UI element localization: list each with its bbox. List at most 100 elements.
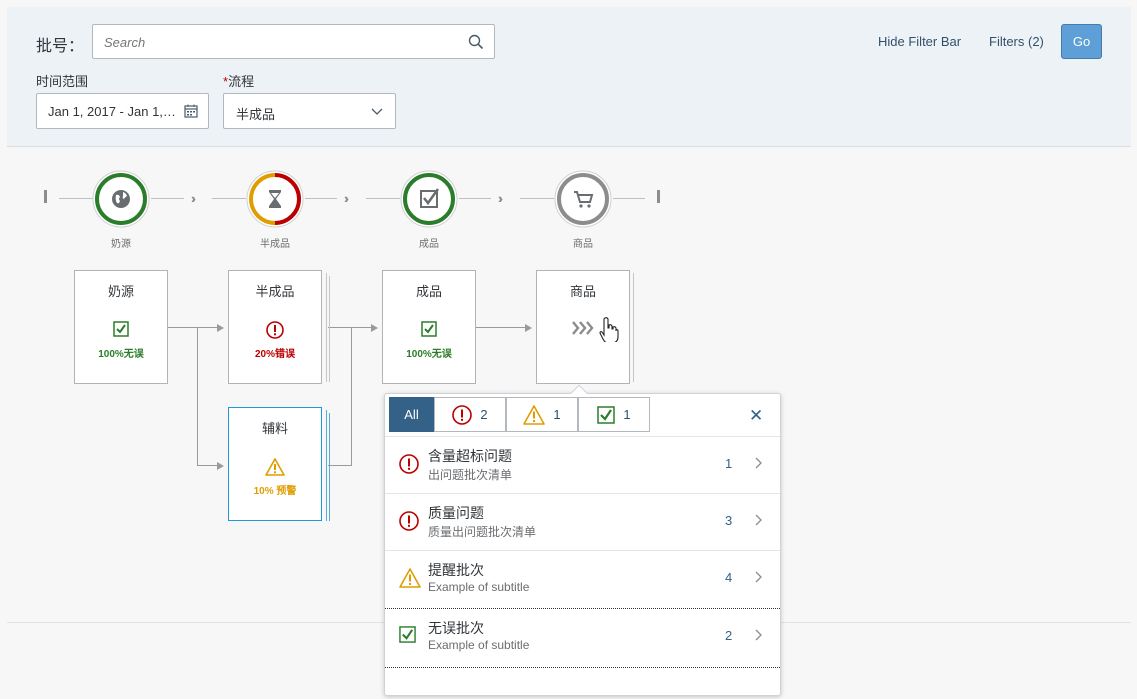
node-title: 商品 [569, 284, 596, 299]
lane-label: 奶源 [111, 239, 131, 250]
search-placeholder: Search [104, 35, 146, 50]
chevron-right-icon [755, 571, 762, 583]
chevron-right-icon [755, 457, 762, 469]
list-item-subtitle: 质量出问题批次清单 [428, 525, 537, 539]
process-select[interactable]: 半成品 [223, 93, 396, 129]
arrow-head-icon [525, 324, 532, 332]
tab-all[interactable]: All [389, 397, 434, 432]
flow-chevrons-icon: ››› [498, 191, 503, 206]
list-item[interactable]: 无误批次 Example of subtitle 2 [385, 608, 780, 665]
warning-icon [523, 404, 546, 425]
node-finished[interactable]: 成品 100%无误 [382, 270, 476, 384]
error-icon [399, 454, 419, 474]
lane-header-finished[interactable] [400, 170, 458, 228]
warning-icon [399, 568, 421, 588]
list-item-count: 4 [725, 570, 733, 585]
globe-icon [112, 190, 130, 208]
tab-warnings-count: 1 [553, 407, 561, 422]
calendar-icon[interactable] [184, 104, 198, 118]
arrow-head-icon [371, 324, 378, 332]
flow-connector [459, 198, 491, 199]
flow-connector [305, 198, 337, 199]
process-label: *流程 [223, 71, 254, 90]
node-title: 半成品 [255, 284, 295, 299]
flow-connector [366, 198, 400, 199]
error-icon [452, 404, 473, 425]
list-item[interactable]: 提醒批次 Example of subtitle 4 [385, 550, 780, 607]
node-title: 成品 [415, 284, 442, 299]
list-item[interactable]: 含量超标问题 出问题批次清单 1 [385, 436, 780, 493]
node-aux[interactable]: 辅料 10% 预警 [228, 407, 322, 521]
flow-end-marker [657, 190, 660, 203]
lane-header-milk[interactable] [92, 170, 150, 228]
list-item-count: 1 [725, 456, 733, 471]
flow-chevrons-icon: ››› [191, 191, 196, 206]
chevron-down-icon [371, 108, 383, 115]
error-icon [266, 321, 284, 339]
list-item-count: 2 [725, 628, 733, 643]
lane-label: 商品 [573, 239, 593, 250]
list-item-subtitle: Example of subtitle [428, 580, 530, 594]
list-item-count: 3 [725, 513, 733, 528]
flow-connector [613, 198, 645, 199]
filters-button[interactable]: Filters (2) [989, 34, 1044, 49]
check-icon [597, 405, 616, 424]
flow-connector [59, 198, 93, 199]
node-status: 100%无误 [98, 349, 144, 360]
process-select-value: 半成品 [236, 107, 276, 122]
check-icon [113, 321, 129, 337]
node-title: 辅料 [261, 421, 288, 436]
time-range-label: 时间范围 [36, 74, 89, 89]
lane-label: 半成品 [260, 239, 290, 250]
check-icon [399, 626, 416, 643]
close-icon[interactable]: ✕ [749, 406, 763, 426]
warning-icon [265, 458, 285, 476]
chevrons-icon [572, 321, 594, 335]
batch-label: 批号： [36, 38, 85, 55]
node-status: 100%无误 [406, 349, 452, 360]
search-input[interactable]: Search [92, 24, 495, 59]
node-status: 10% 预警 [253, 486, 297, 497]
check-icon [421, 321, 437, 337]
connection-line [168, 327, 220, 328]
tab-success-count: 1 [623, 407, 631, 422]
arrow-head-icon [217, 324, 224, 332]
arrow-head-icon [217, 462, 224, 470]
tab-warnings[interactable]: 1 [506, 397, 578, 432]
flow-connector [212, 198, 246, 199]
lane-label: 成品 [419, 239, 439, 250]
search-icon[interactable] [468, 34, 484, 50]
hide-filter-bar-button[interactable]: Hide Filter Bar [878, 34, 961, 49]
tab-errors-count: 2 [480, 407, 488, 422]
connection-line [476, 327, 528, 328]
list-item-title: 质量问题 [428, 505, 484, 521]
list-item-subtitle: 出问题批次清单 [428, 468, 513, 482]
lane-header-goods[interactable] [554, 170, 612, 228]
connection-line [328, 465, 352, 466]
date-range-value: Jan 1, 2017 - Jan 1, 2018 [48, 104, 176, 119]
flow-start-marker [44, 190, 47, 203]
flow-chevrons-icon: ››› [344, 191, 349, 206]
list-item-title: 含量超标问题 [428, 448, 512, 464]
flow-connector [151, 198, 184, 199]
node-semi[interactable]: 半成品 20%错误 [228, 270, 322, 384]
list-item-subtitle: Example of subtitle [428, 638, 530, 652]
date-range-picker[interactable]: Jan 1, 2017 - Jan 1, 2018 [36, 93, 209, 129]
tab-success[interactable]: 1 [578, 397, 650, 432]
list-item-title: 提醒批次 [428, 562, 484, 578]
node-goods[interactable]: 商品 [536, 270, 630, 384]
go-button[interactable]: Go [1061, 24, 1102, 59]
lane-header-semi[interactable] [246, 170, 304, 228]
tab-all-label: All [404, 407, 419, 422]
connection-line [351, 327, 352, 465]
flow-connector [520, 198, 554, 199]
hand-cursor-icon [599, 317, 619, 342]
divider [385, 667, 780, 668]
tab-errors[interactable]: 2 [434, 397, 506, 432]
status-popover: All 2 1 1 ✕ 含量超标问题 出问题批次清单 1 质量问题 质量出问题批… [384, 384, 781, 696]
chevron-right-icon [755, 629, 762, 641]
connection-line [197, 327, 198, 465]
node-status: 20%错误 [254, 349, 295, 360]
list-item[interactable]: 质量问题 质量出问题批次清单 3 [385, 493, 780, 550]
node-milk[interactable]: 奶源 100%无误 [74, 270, 168, 384]
